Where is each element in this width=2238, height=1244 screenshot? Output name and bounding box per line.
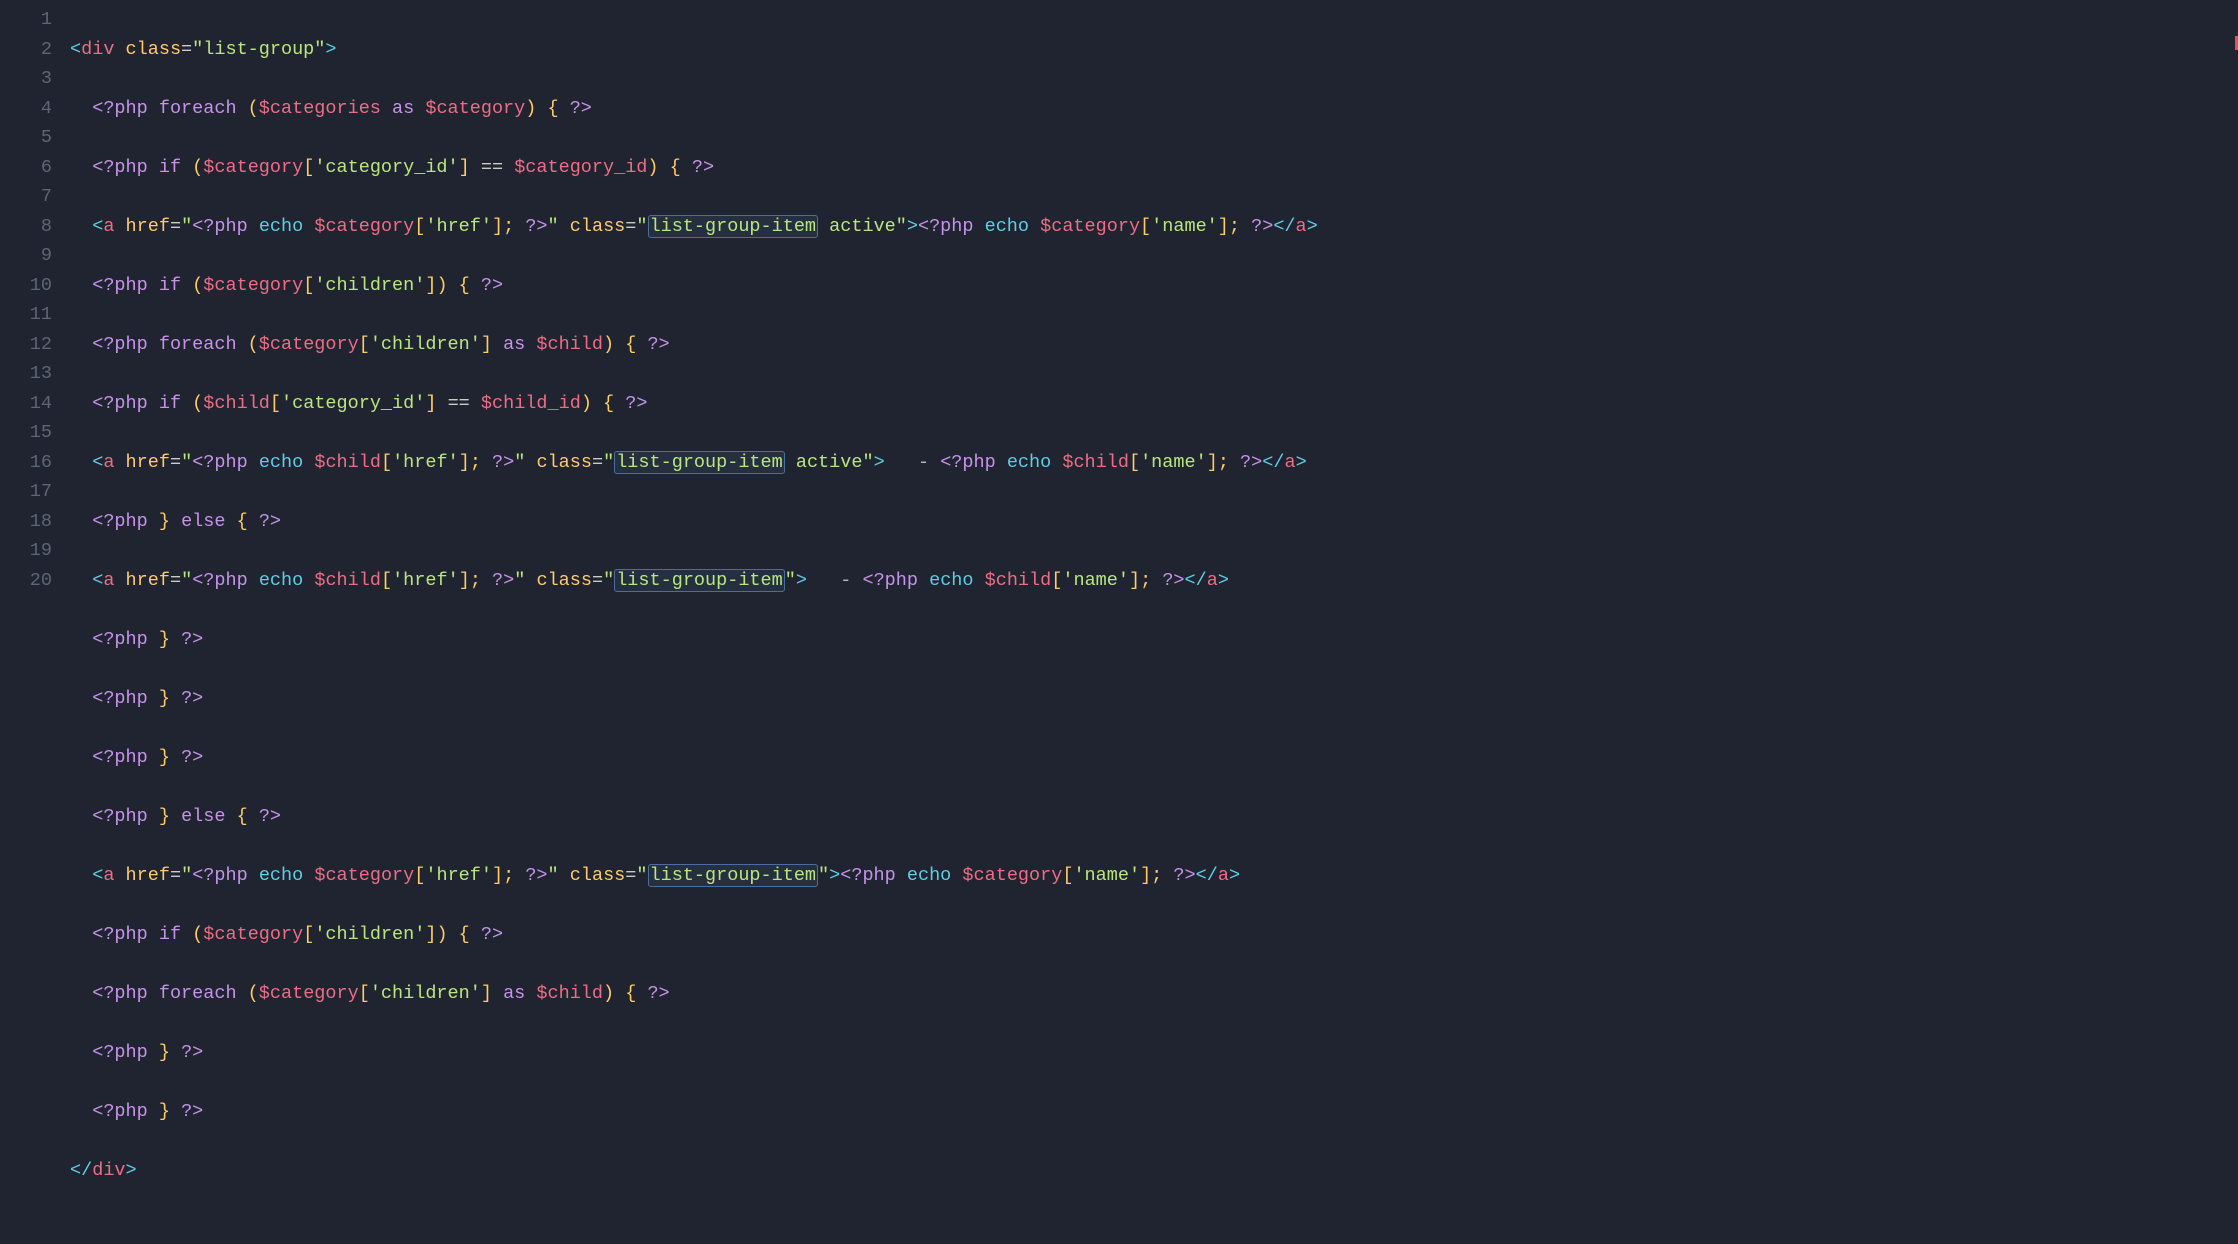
code-line[interactable]: <?php } ?> — [70, 625, 2238, 655]
line-number: 20 — [0, 566, 52, 596]
search-match: list-group-item — [648, 864, 819, 887]
code-line[interactable]: <a href="<?php echo $category['href']; ?… — [70, 861, 2238, 891]
code-line[interactable]: <a href="<?php echo $child['href']; ?>" … — [70, 448, 2238, 478]
search-match: list-group-item — [648, 215, 819, 238]
line-number: 12 — [0, 330, 52, 360]
line-number: 8 — [0, 212, 52, 242]
line-number: 7 — [0, 182, 52, 212]
code-content[interactable]: <div class="list-group"> <?php foreach (… — [70, 0, 2238, 936]
line-number: 16 — [0, 448, 52, 478]
line-number: 4 — [0, 94, 52, 124]
code-line[interactable]: <?php } else { ?> — [70, 802, 2238, 832]
code-line[interactable]: <?php if ($category['children']) { ?> — [70, 271, 2238, 301]
code-line[interactable]: <a href="<?php echo $category['href']; ?… — [70, 212, 2238, 242]
line-number: 14 — [0, 389, 52, 419]
search-match: list-group-item — [614, 569, 785, 592]
code-line[interactable]: <div class="list-group"> — [70, 35, 2238, 65]
code-line[interactable]: <?php foreach ($category['children'] as … — [70, 979, 2238, 1009]
line-number: 1 — [0, 5, 52, 35]
line-number: 2 — [0, 35, 52, 65]
line-number: 18 — [0, 507, 52, 537]
line-number: 19 — [0, 536, 52, 566]
line-number: 5 — [0, 123, 52, 153]
search-match: list-group-item — [614, 451, 785, 474]
code-line[interactable]: <?php if ($category['children']) { ?> — [70, 920, 2238, 950]
code-line[interactable]: <?php if ($child['category_id'] == $chil… — [70, 389, 2238, 419]
code-line[interactable]: <?php } ?> — [70, 743, 2238, 773]
code-line[interactable]: <?php foreach ($categories as $category)… — [70, 94, 2238, 124]
line-number: 3 — [0, 64, 52, 94]
line-number: 9 — [0, 241, 52, 271]
line-number: 11 — [0, 300, 52, 330]
code-line[interactable]: <a href="<?php echo $child['href']; ?>" … — [70, 566, 2238, 596]
line-number: 17 — [0, 477, 52, 507]
code-line[interactable]: <?php } ?> — [70, 1038, 2238, 1068]
code-line[interactable]: </div> — [70, 1156, 2238, 1186]
line-number: 15 — [0, 418, 52, 448]
line-number: 13 — [0, 359, 52, 389]
code-line[interactable]: <?php foreach ($category['children'] as … — [70, 330, 2238, 360]
code-line[interactable]: <?php if ($category['category_id'] == $c… — [70, 153, 2238, 183]
code-line[interactable]: <?php } else { ?> — [70, 507, 2238, 537]
line-number: 6 — [0, 153, 52, 183]
code-line[interactable]: <?php } ?> — [70, 684, 2238, 714]
line-number: 10 — [0, 271, 52, 301]
line-number-gutter: 1 2 3 4 5 6 7 8 9 10 11 12 13 14 15 16 1… — [0, 0, 70, 936]
code-line[interactable]: <?php } ?> — [70, 1097, 2238, 1127]
code-editor: 1 2 3 4 5 6 7 8 9 10 11 12 13 14 15 16 1… — [0, 0, 2238, 936]
